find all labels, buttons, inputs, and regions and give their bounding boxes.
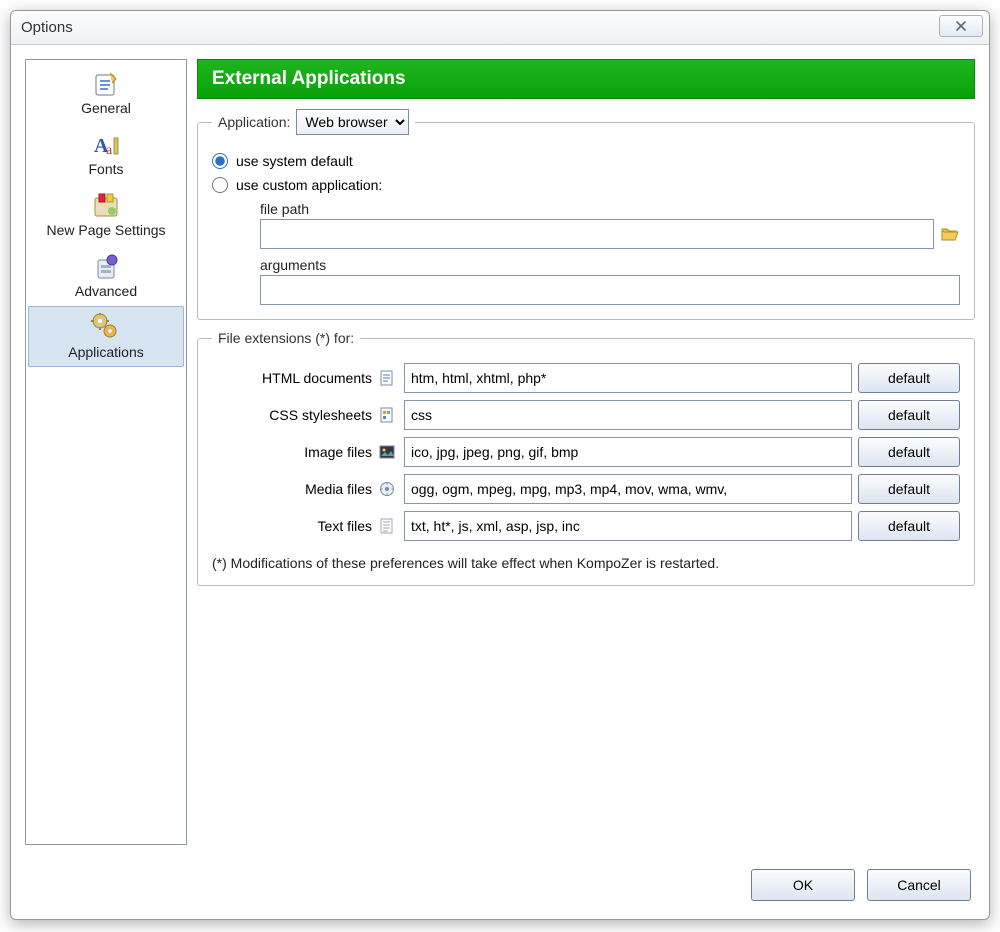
application-legend: Application: Web browser	[212, 109, 415, 135]
radio-system-default[interactable]	[212, 153, 228, 169]
application-label: Application:	[218, 114, 290, 130]
dialog-footer: OK Cancel	[11, 859, 989, 919]
html-file-icon	[378, 369, 396, 387]
sidebar-item-general[interactable]: General	[28, 62, 184, 123]
default-button-media[interactable]: default	[858, 474, 960, 504]
applications-icon	[90, 313, 122, 343]
sidebar-item-label: Applications	[68, 344, 144, 360]
general-icon	[90, 69, 122, 99]
media-file-icon	[378, 480, 396, 498]
arguments-label: arguments	[260, 257, 960, 273]
folder-open-icon	[941, 226, 959, 242]
ext-input-text[interactable]	[404, 511, 852, 541]
category-sidebar: General Aa Fonts New Page Settings Advan…	[25, 59, 187, 845]
ext-input-html[interactable]	[404, 363, 852, 393]
ext-input-media[interactable]	[404, 474, 852, 504]
ext-label-media: Media files	[212, 481, 372, 497]
ok-button[interactable]: OK	[751, 869, 855, 901]
file-path-label: file path	[260, 201, 960, 217]
sidebar-item-advanced[interactable]: Advanced	[28, 245, 184, 306]
radio-custom-app[interactable]	[212, 177, 228, 193]
sidebar-item-newpage[interactable]: New Page Settings	[28, 184, 184, 245]
advanced-icon	[90, 252, 122, 282]
radio-custom-row[interactable]: use custom application:	[212, 177, 960, 193]
titlebar: Options	[11, 11, 989, 45]
ext-row-html: HTML documents default	[212, 363, 960, 393]
ext-row-text: Text files default	[212, 511, 960, 541]
panel-header: External Applications	[197, 59, 975, 99]
sidebar-item-label: Advanced	[75, 283, 137, 299]
sidebar-item-label: General	[81, 100, 131, 116]
ext-label-html: HTML documents	[212, 370, 372, 386]
ext-label-css: CSS stylesheets	[212, 407, 372, 423]
panel-title: External Applications	[212, 68, 406, 89]
window-title: Options	[21, 19, 73, 36]
cancel-button[interactable]: Cancel	[867, 869, 971, 901]
file-path-input[interactable]	[260, 219, 934, 249]
ext-label-image: Image files	[212, 444, 372, 460]
close-button[interactable]	[939, 15, 983, 37]
file-extensions-group: File extensions (*) for: HTML documents …	[197, 330, 975, 586]
fonts-icon: Aa	[90, 130, 122, 160]
newpage-icon	[90, 191, 122, 221]
ext-row-image: Image files default	[212, 437, 960, 467]
text-file-icon	[378, 517, 396, 535]
css-file-icon	[378, 406, 396, 424]
main-panel: External Applications Application: Web b…	[197, 59, 975, 845]
restart-note: (*) Modifications of these preferences w…	[212, 555, 960, 571]
default-button-text[interactable]: default	[858, 511, 960, 541]
image-file-icon	[378, 443, 396, 461]
radio-custom-label: use custom application:	[236, 177, 382, 193]
sidebar-item-label: New Page Settings	[46, 222, 165, 238]
ext-row-css: CSS stylesheets default	[212, 400, 960, 430]
default-button-css[interactable]: default	[858, 400, 960, 430]
svg-text:a: a	[106, 143, 113, 158]
radio-system-row[interactable]: use system default	[212, 153, 960, 169]
close-icon	[955, 20, 967, 32]
default-button-image[interactable]: default	[858, 437, 960, 467]
ext-input-css[interactable]	[404, 400, 852, 430]
radio-system-label: use system default	[236, 153, 353, 169]
options-dialog: Options General Aa Fonts	[10, 10, 990, 920]
sidebar-item-label: Fonts	[88, 161, 123, 177]
default-button-html[interactable]: default	[858, 363, 960, 393]
ext-input-image[interactable]	[404, 437, 852, 467]
ext-label-text: Text files	[212, 518, 372, 534]
dialog-body: General Aa Fonts New Page Settings Advan…	[11, 45, 989, 859]
file-extensions-legend: File extensions (*) for:	[212, 330, 360, 346]
sidebar-item-applications[interactable]: Applications	[28, 306, 184, 367]
browse-button[interactable]	[940, 225, 960, 243]
application-dropdown[interactable]: Web browser	[296, 109, 409, 135]
ext-row-media: Media files default	[212, 474, 960, 504]
arguments-input[interactable]	[260, 275, 960, 305]
sidebar-item-fonts[interactable]: Aa Fonts	[28, 123, 184, 184]
application-group: Application: Web browser use system defa…	[197, 109, 975, 320]
